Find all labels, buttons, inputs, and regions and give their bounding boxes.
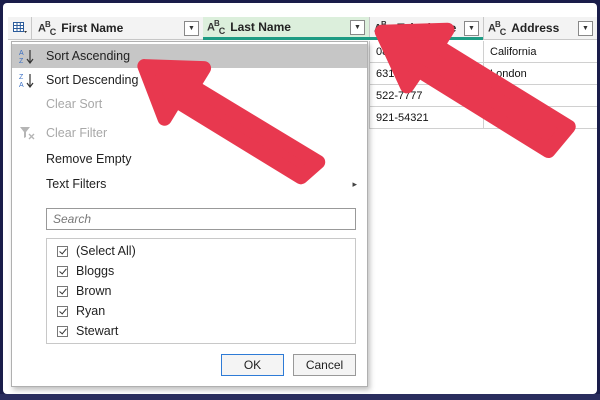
clear-sort-label: Clear Sort [46,97,103,111]
remove-empty-item[interactable]: Remove Empty [12,147,367,171]
column-header-last-name[interactable]: ABC Last Name ▼ [203,17,369,40]
power-query-window: ABC First Name ▼ ABC Last Name ▼ ABC Tel… [3,3,597,394]
ok-button[interactable]: OK [221,354,284,376]
cancel-button[interactable]: Cancel [293,354,356,376]
column-header-address[interactable]: ABC Address ▼ [483,17,597,40]
checkbox-checked-icon[interactable] [57,305,68,317]
filter-dropdown-first-name[interactable]: ▼ [184,20,199,36]
table-cell[interactable]: 522-7777 [369,85,483,107]
filter-dropdown-last-name[interactable]: ▼ [350,19,365,35]
svg-text:Z: Z [19,58,24,64]
list-item-label: Brown [76,284,112,298]
table-cell[interactable]: 08 [369,41,483,63]
table-cell[interactable]: 631-12345 [369,63,483,85]
search-input[interactable]: Search [46,208,356,230]
list-item-select-all[interactable]: (Select All) [57,241,136,261]
remove-empty-label: Remove Empty [46,152,132,166]
column-label-telephone: Telephone [397,21,457,35]
text-type-icon: ABC [207,18,225,36]
sort-descending-icon: ZA [12,72,42,88]
table-cell[interactable]: Sydney [483,107,597,129]
checkbox-checked-icon[interactable] [57,245,68,257]
text-type-icon: ABC [374,19,392,37]
svg-text:Z: Z [19,74,24,81]
list-item-label: Bloggs [76,264,115,278]
checkbox-checked-icon[interactable] [57,265,68,277]
table-cell[interactable]: Ireland [483,85,597,107]
clear-filter-icon [12,126,42,140]
list-item[interactable]: Brown [57,281,111,301]
list-item[interactable]: Stewart [57,321,118,341]
clear-sort-item[interactable]: Clear Sort [12,92,367,116]
text-type-icon: ABC [38,19,56,37]
column-header-first-name[interactable]: ABC First Name ▼ [8,16,203,40]
sort-descending-label: Sort Descending [46,73,139,87]
text-filters-label: Text Filters [46,177,107,191]
window-bottom-border [0,394,600,400]
table-menu-icon[interactable] [8,16,32,40]
svg-text:A: A [19,50,24,57]
list-item-label: (Select All) [76,244,136,258]
filter-dropdown-address[interactable]: ▼ [578,20,593,36]
list-item[interactable]: Ryan [57,301,105,321]
sort-ascending-label: Sort Ascending [46,49,131,63]
text-filters-item[interactable]: Text Filters ▸ [12,172,367,196]
column-label-first-name: First Name [61,21,124,35]
checkbox-checked-icon[interactable] [57,325,68,337]
filter-menu: AZ Sort Ascending ZA Sort Descending Cle… [11,41,368,387]
column-label-last-name: Last Name [230,20,291,34]
checkbox-checked-icon[interactable] [57,285,68,297]
filter-values-list: (Select All) Bloggs Brown Ryan Stewart [46,238,356,344]
sort-ascending-item[interactable]: AZ Sort Ascending [12,44,367,68]
column-label-address: Address [511,21,560,35]
sort-ascending-icon: AZ [12,48,42,64]
clear-filter-label: Clear Filter [46,126,108,140]
text-type-icon: ABC [488,19,506,37]
clear-filter-item[interactable]: Clear Filter [12,121,367,145]
sort-descending-item[interactable]: ZA Sort Descending [12,68,367,92]
filter-dropdown-telephone[interactable]: ▼ [464,20,479,36]
list-item[interactable]: Bloggs [57,261,114,281]
table-cell[interactable]: California [483,41,597,63]
submenu-arrow-icon: ▸ [352,178,357,189]
list-item-label: Stewart [76,324,119,338]
column-quality-bar [369,37,483,40]
list-item-label: Ryan [76,304,106,318]
svg-text:A: A [19,82,24,88]
table-cell[interactable]: 921-54321 [369,107,483,129]
table-cell[interactable]: London [483,63,597,85]
